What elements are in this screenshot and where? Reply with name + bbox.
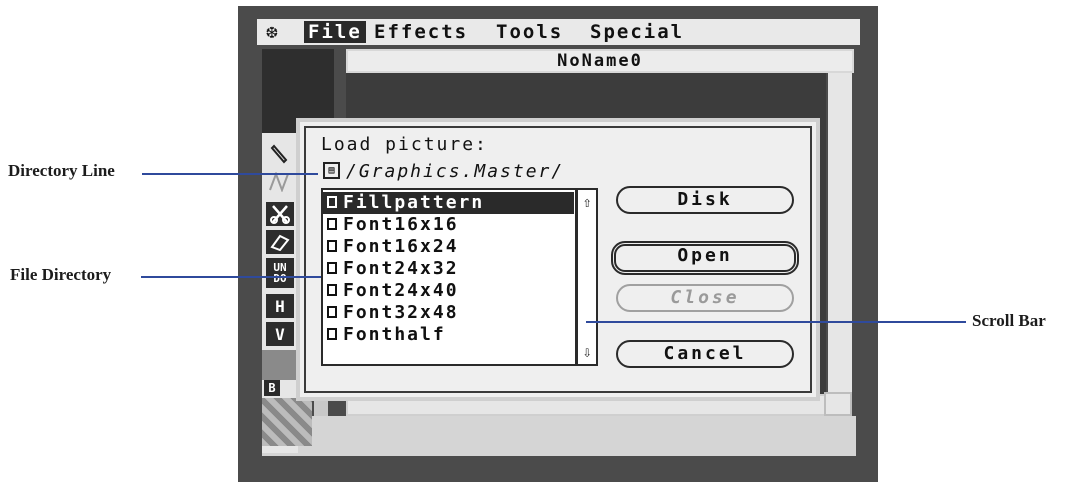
callout-line-files bbox=[141, 276, 321, 278]
open-button[interactable]: Open bbox=[611, 241, 799, 275]
menu-special[interactable]: Special bbox=[590, 21, 684, 43]
file-item[interactable]: Font16x24 bbox=[327, 236, 459, 258]
menu-tools[interactable]: Tools bbox=[496, 21, 563, 43]
flip-vertical-button[interactable]: V bbox=[266, 322, 294, 346]
callout-scroll-bar: Scroll Bar bbox=[972, 311, 1046, 330]
color-palette[interactable] bbox=[262, 398, 312, 446]
disk-icon: ▤ bbox=[323, 162, 340, 179]
file-item[interactable]: Font24x40 bbox=[327, 280, 459, 302]
document-icon bbox=[327, 196, 337, 208]
document-icon bbox=[327, 218, 337, 230]
dialog-title: Load picture: bbox=[321, 134, 488, 155]
document-icon bbox=[327, 284, 337, 296]
scroll-down-arrow-icon[interactable]: ⇩ bbox=[578, 342, 596, 362]
eraser-tool-icon[interactable] bbox=[266, 230, 294, 254]
document-icon bbox=[327, 328, 337, 340]
callout-file-directory: File Directory bbox=[10, 265, 112, 284]
close-button[interactable]: Close bbox=[616, 284, 794, 312]
file-item[interactable]: Fillpattern bbox=[323, 192, 574, 214]
desktop-area bbox=[262, 416, 856, 456]
pencil-tool-icon[interactable] bbox=[266, 142, 294, 166]
callout-directory-line: Directory Line bbox=[8, 161, 115, 180]
directory-line[interactable]: /Graphics.Master/ bbox=[346, 161, 564, 182]
document-icon bbox=[327, 240, 337, 252]
cancel-button[interactable]: Cancel bbox=[616, 340, 794, 368]
file-item[interactable]: Font32x48 bbox=[327, 302, 459, 324]
document-title: NoName0 bbox=[557, 51, 643, 71]
menu-file[interactable]: File bbox=[304, 21, 366, 43]
brush-button[interactable]: B bbox=[264, 380, 280, 396]
file-item[interactable]: Font24x32 bbox=[327, 258, 459, 280]
undo-button[interactable]: UN DO bbox=[266, 258, 294, 288]
callout-line-directory bbox=[142, 173, 318, 175]
callout-line-scrollbar bbox=[586, 321, 966, 323]
menu-effects[interactable]: Effects bbox=[374, 21, 468, 43]
apple-menu-icon[interactable]: ❆ bbox=[266, 21, 279, 43]
disk-button[interactable]: Disk bbox=[616, 186, 794, 214]
file-item[interactable]: Fonthalf bbox=[327, 324, 446, 346]
pattern-swatch[interactable] bbox=[262, 350, 298, 380]
window-resize-box[interactable] bbox=[824, 392, 852, 416]
document-icon bbox=[327, 306, 337, 318]
scroll-up-arrow-icon[interactable]: ⇧ bbox=[578, 192, 596, 212]
scissors-tool-icon[interactable] bbox=[266, 202, 294, 226]
document-icon bbox=[327, 262, 337, 274]
flip-horizontal-button[interactable]: H bbox=[266, 294, 294, 318]
file-item[interactable]: Font16x16 bbox=[327, 214, 459, 236]
window-vertical-scrollbar[interactable] bbox=[828, 73, 852, 413]
file-list-scrollbar[interactable] bbox=[576, 188, 598, 366]
